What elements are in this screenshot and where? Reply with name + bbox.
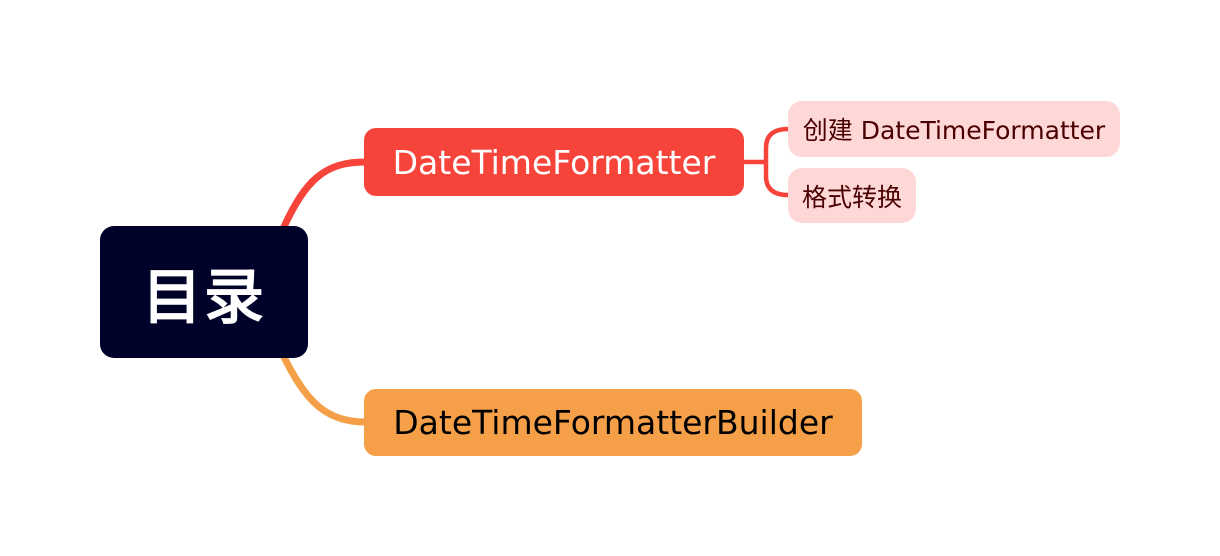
root-node-toc[interactable]: 目录 bbox=[100, 226, 308, 358]
branch-node-label: DateTimeFormatterBuilder bbox=[393, 403, 833, 442]
branch-node-datetimeformatterbuilder[interactable]: DateTimeFormatterBuilder bbox=[364, 389, 862, 456]
leaf-node-label: 格式转换 bbox=[801, 182, 902, 212]
root-node-label: 目录 bbox=[142, 262, 266, 333]
connector-root-to-datetimeformatterbuilder bbox=[279, 351, 369, 426]
leaf-node-create-datetimeformatter[interactable]: 创建 DateTimeFormatter bbox=[788, 101, 1120, 157]
connector-root-to-datetimeformatter bbox=[279, 158, 369, 233]
connector-branch-to-leaves bbox=[741, 126, 791, 198]
leaf-node-label: 创建 DateTimeFormatter bbox=[802, 116, 1106, 145]
mindmap-canvas: 目录 DateTimeFormatter DateTimeFormatterBu… bbox=[0, 0, 1220, 556]
branch-node-label: DateTimeFormatter bbox=[392, 142, 716, 182]
branch-node-datetimeformatter[interactable]: DateTimeFormatter bbox=[364, 128, 744, 196]
leaf-node-format-conversion[interactable]: 格式转换 bbox=[788, 168, 916, 223]
